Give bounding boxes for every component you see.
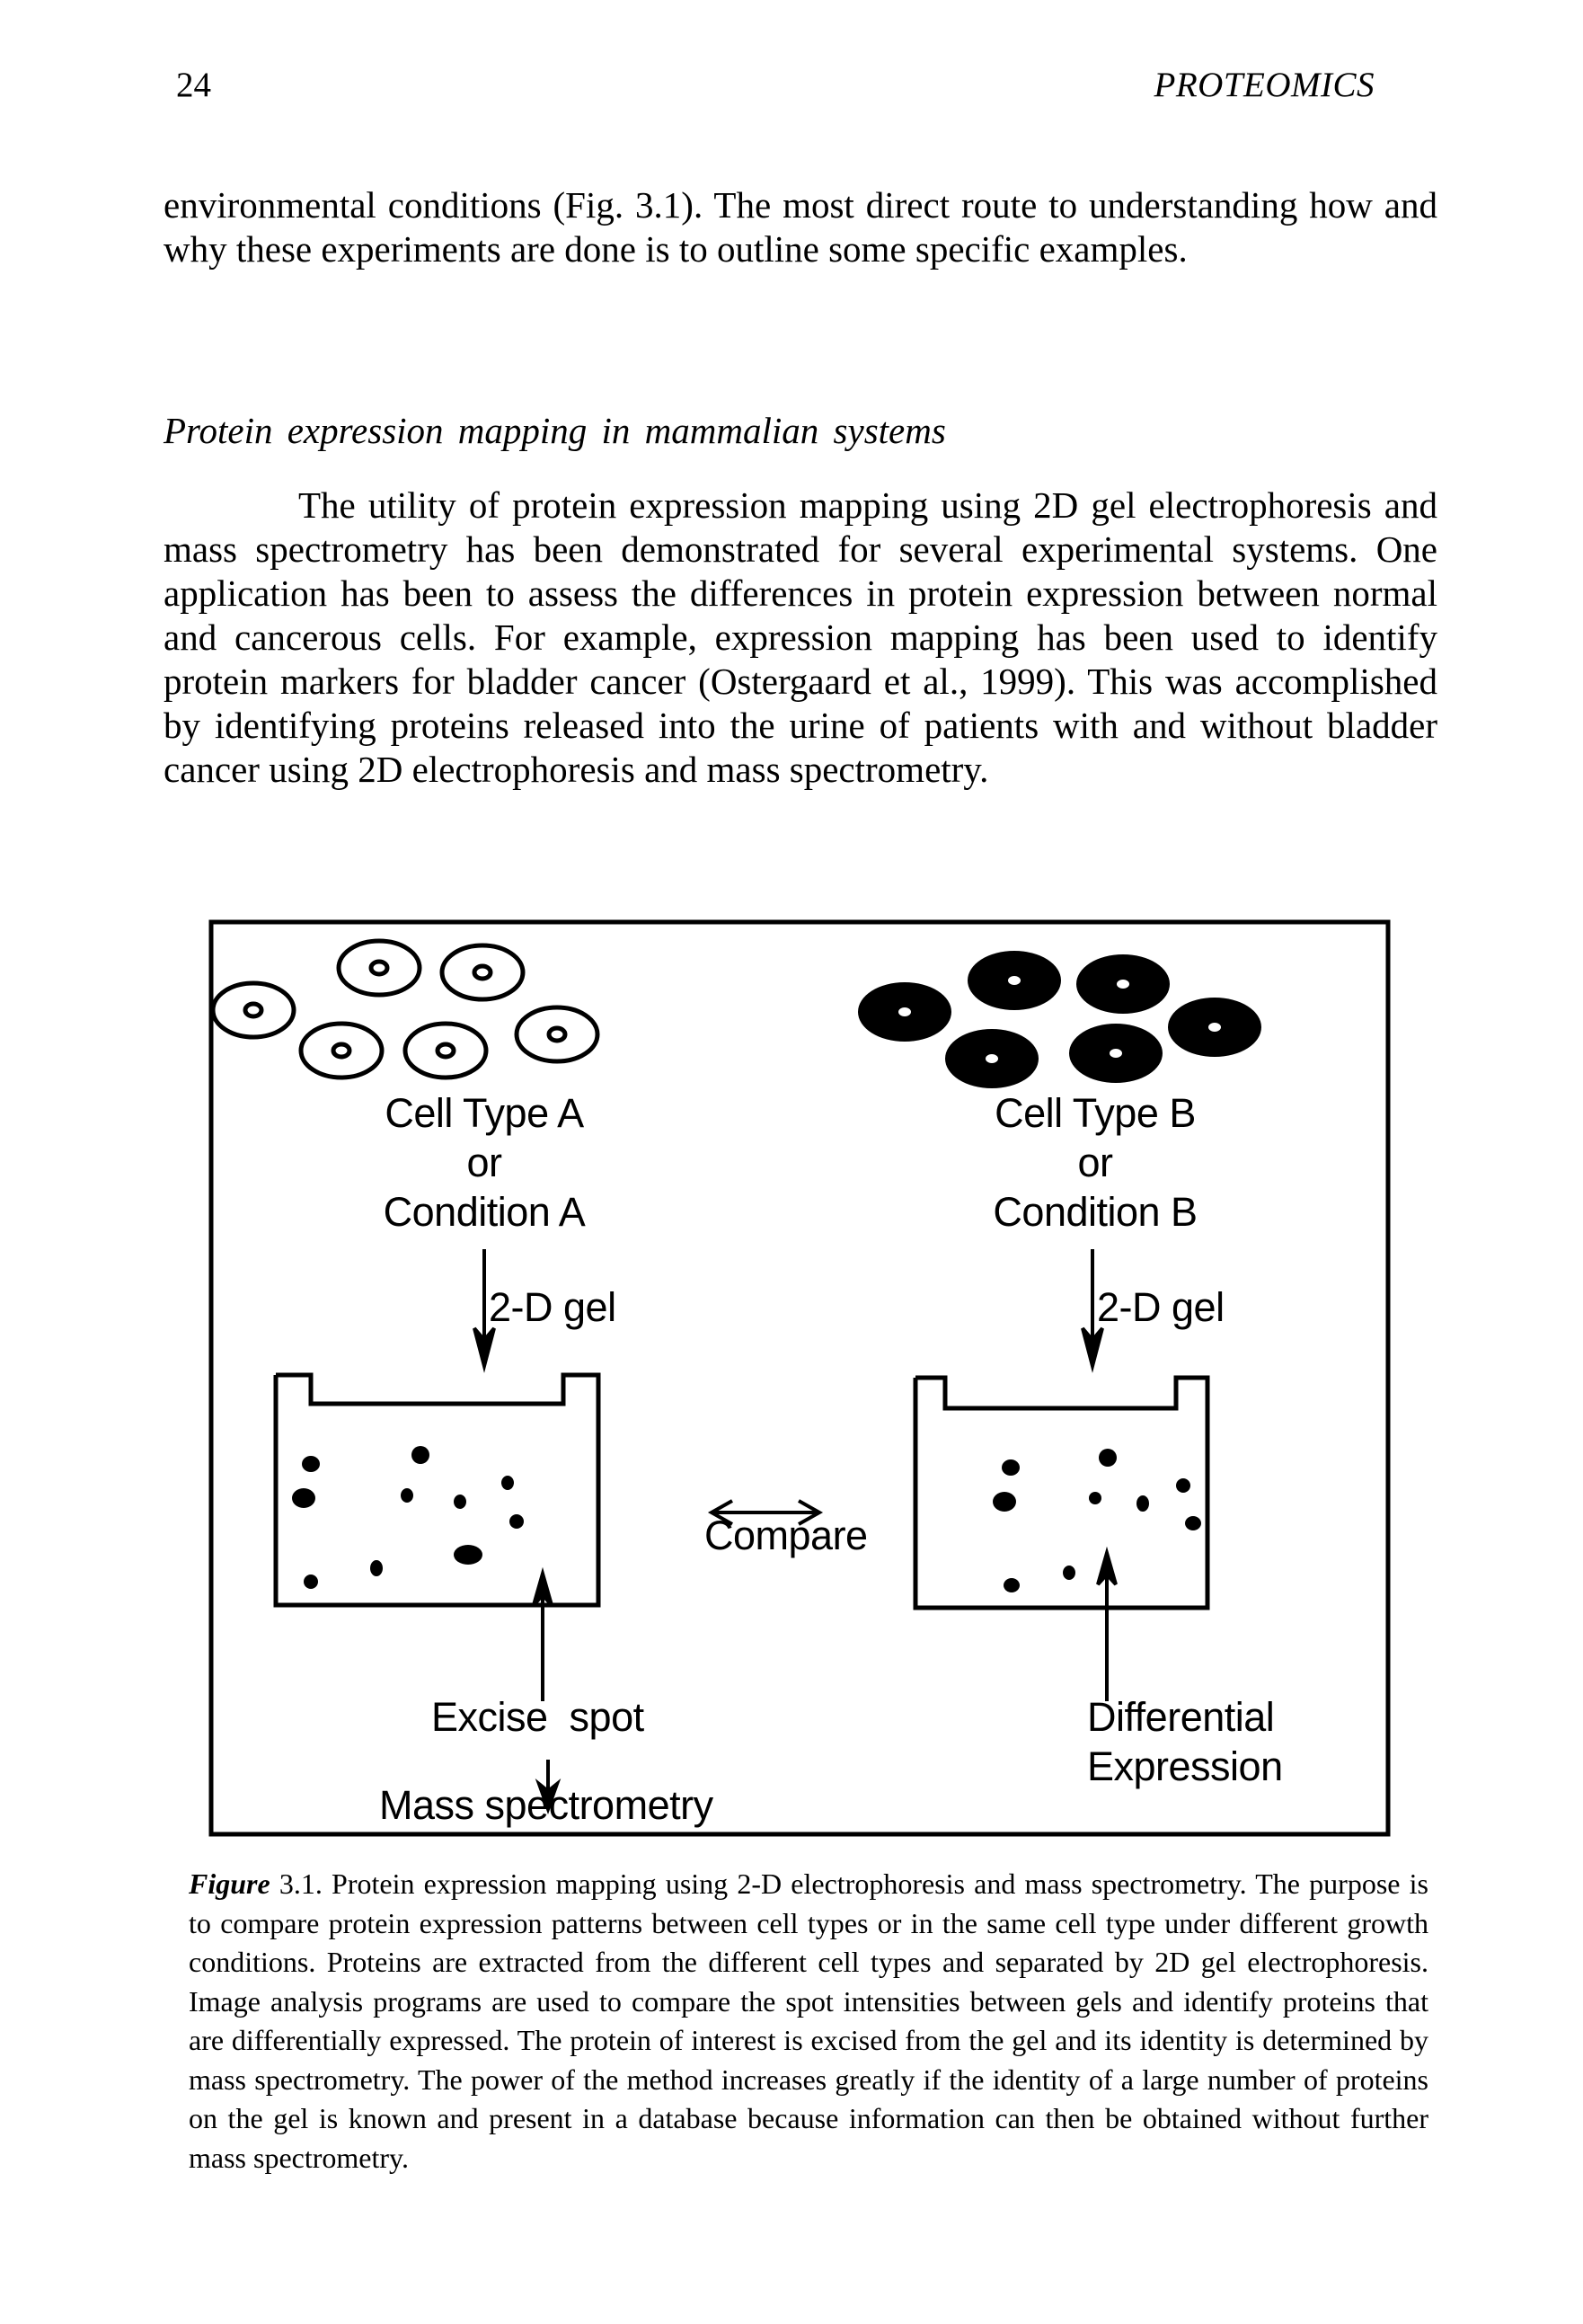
cell-filled-icon [968, 951, 1061, 1010]
protein-spot [411, 1446, 429, 1464]
protein-spot [401, 1488, 413, 1503]
protein-spot [501, 1476, 514, 1490]
protein-spot [1063, 1566, 1075, 1580]
protein-spot [1185, 1516, 1201, 1530]
protein-spot [1136, 1495, 1149, 1512]
protein-spot [370, 1560, 383, 1576]
gel-a-outline [273, 1372, 601, 1608]
caption-figure-word: Figure [189, 1867, 270, 1900]
cell-filled-icon [1076, 954, 1170, 1014]
cell-outline-icon [439, 943, 526, 1002]
protein-spot [292, 1488, 315, 1508]
section-heading: Protein expression mapping in mammalian … [164, 410, 946, 451]
cell-type-a-line1: Cell Type A [385, 1090, 584, 1136]
differential-line1: Differential [1087, 1694, 1275, 1740]
differential-line2: Expression [1087, 1743, 1283, 1789]
cell-type-a-label: Cell Type A or Condition A [363, 1088, 606, 1237]
cell-outline-icon [514, 1005, 600, 1064]
cell-outline-icon [210, 980, 296, 1040]
cell-type-b-line1: Cell Type B [995, 1090, 1196, 1136]
protein-spot [1004, 1578, 1020, 1592]
cell-group-a [210, 938, 600, 1080]
protein-spot [304, 1574, 318, 1589]
cell-outline-icon [336, 938, 422, 998]
running-title: PROTEOMICS [1154, 66, 1375, 104]
cell-type-b-line3: Condition B [993, 1189, 1198, 1235]
gel-b-spots [993, 1449, 1201, 1592]
protein-spot [1099, 1449, 1117, 1467]
caption-text: 3.1. Protein expression mapping using 2-… [189, 1867, 1428, 2174]
protein-spot [1176, 1478, 1190, 1493]
protein-spot-of-interest [454, 1545, 482, 1565]
cell-filled-icon [945, 1029, 1039, 1088]
cell-filled-icon [1168, 998, 1261, 1057]
step-label-2d-gel-left: 2-D gel [489, 1284, 616, 1330]
gel-b-outline [913, 1375, 1210, 1610]
cell-type-b-label: Cell Type B or Condition B [974, 1088, 1216, 1237]
cell-outline-icon [298, 1021, 385, 1080]
figure-3-1: Cell Type A or Condition A Cell Type B o… [208, 919, 1391, 1837]
cell-type-a-line3: Condition A [383, 1189, 586, 1235]
protein-spot [509, 1514, 524, 1529]
figure-caption: Figure 3.1. Protein expression mapping u… [189, 1865, 1428, 2178]
running-head: 24 PROTEOMICS [176, 65, 1375, 110]
cell-outline-icon [402, 1021, 489, 1080]
gel-a-spots [292, 1446, 524, 1589]
body-paragraph: The utility of protein expression mappin… [164, 484, 1437, 790]
cell-filled-icon [858, 982, 951, 1042]
excise-spot-label: Excise spot [431, 1694, 644, 1740]
mass-spectrometry-label: Mass spectrometry [379, 1782, 713, 1828]
step-label-2d-gel-right: 2-D gel [1097, 1284, 1225, 1330]
protein-spot [1089, 1492, 1101, 1504]
page-number: 24 [176, 66, 211, 104]
protein-spot [302, 1456, 320, 1472]
compare-label: Compare [704, 1512, 868, 1558]
cell-type-b-line2: or [1077, 1140, 1113, 1185]
protein-spot [454, 1495, 466, 1509]
protein-spot [1002, 1459, 1020, 1476]
cell-filled-icon [1069, 1024, 1163, 1083]
intro-paragraph: environmental conditions (Fig. 3.1). The… [164, 184, 1437, 270]
differential-expression-label: Differential Expression [1087, 1692, 1283, 1791]
cell-type-a-line2: or [466, 1140, 502, 1185]
cell-group-b [858, 951, 1261, 1088]
protein-spot [993, 1492, 1016, 1512]
